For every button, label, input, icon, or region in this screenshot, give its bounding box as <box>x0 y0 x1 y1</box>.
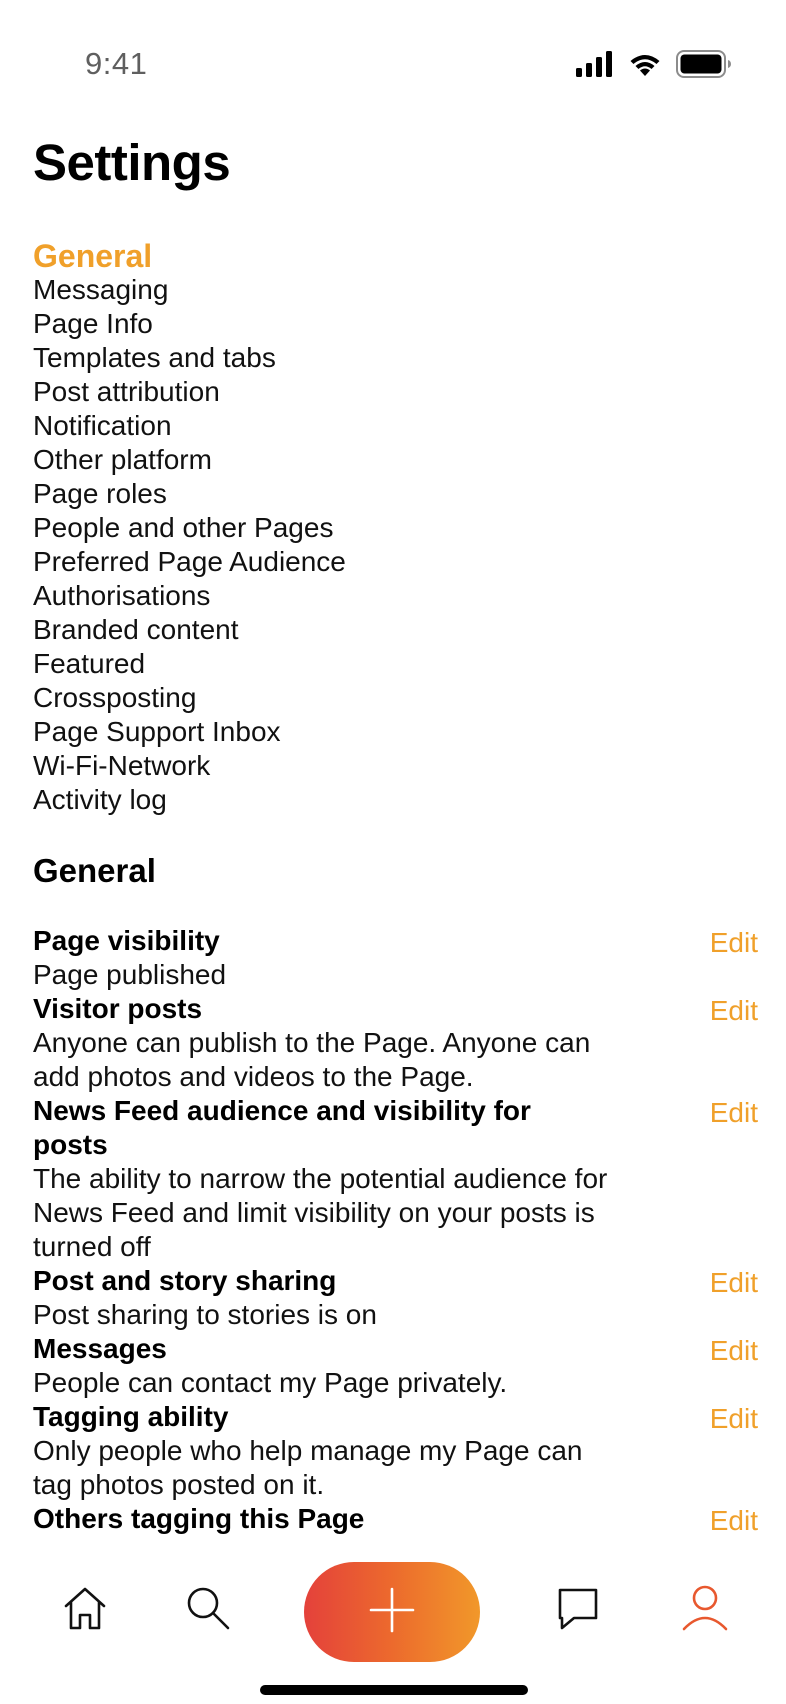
nav-item-authorisations[interactable]: Authorisations <box>33 579 346 613</box>
nav-item-messaging[interactable]: Messaging <box>33 273 346 307</box>
edit-page-visibility-link[interactable]: Edit <box>710 926 758 960</box>
nav-item-notification[interactable]: Notification <box>33 409 346 443</box>
setting-visitor-posts: Visitor posts Anyone can publish to the … <box>33 992 758 1094</box>
nav-item-wifi-network[interactable]: Wi-Fi-Network <box>33 749 346 783</box>
setting-title: Post and story sharing <box>33 1265 337 1296</box>
chat-icon <box>554 1584 602 1637</box>
tab-home[interactable] <box>55 1580 115 1640</box>
tab-profile[interactable] <box>675 1580 735 1640</box>
nav-item-featured[interactable]: Featured <box>33 647 346 681</box>
settings-list: Page visibility Page published Edit Visi… <box>33 924 758 1536</box>
setting-page-visibility: Page visibility Page published Edit <box>33 924 758 992</box>
setting-title: Visitor posts <box>33 993 203 1024</box>
nav-item-page-roles[interactable]: Page roles <box>33 477 346 511</box>
status-time: 9:41 <box>85 46 148 81</box>
nav-item-general[interactable]: General <box>33 239 346 273</box>
setting-post-and-story-sharing: Post and story sharing Post sharing to s… <box>33 1264 758 1332</box>
setting-title: News Feed audience and visibility for po… <box>33 1095 531 1160</box>
plus-icon <box>369 1587 415 1638</box>
battery-icon <box>676 50 732 83</box>
nav-item-other-platform[interactable]: Other platform <box>33 443 346 477</box>
setting-tagging-ability: Tagging ability Only people who help man… <box>33 1400 758 1502</box>
signal-icon <box>576 51 614 82</box>
setting-others-tagging-this-page: Others tagging this Page Edit <box>33 1502 758 1536</box>
nav-item-activity-log[interactable]: Activity log <box>33 783 346 817</box>
setting-news-feed-audience: News Feed audience and visibility for po… <box>33 1094 758 1264</box>
page-title: Settings <box>33 134 231 191</box>
settings-nav: General Messaging Page Info Templates an… <box>33 239 346 817</box>
setting-description: Anyone can publish to the Page. Anyone c… <box>33 1027 591 1092</box>
setting-title: Tagging ability <box>33 1401 229 1432</box>
setting-description: Post sharing to stories is on <box>33 1299 377 1330</box>
tab-bar <box>0 1560 786 1670</box>
edit-visitor-posts-link[interactable]: Edit <box>710 994 758 1028</box>
status-bar: 9:41 <box>0 0 786 130</box>
nav-item-people-and-other-pages[interactable]: People and other Pages <box>33 511 346 545</box>
setting-description: People can contact my Page privately. <box>33 1367 508 1398</box>
search-icon <box>184 1584 232 1637</box>
nav-item-page-support-inbox[interactable]: Page Support Inbox <box>33 715 346 749</box>
nav-item-crossposting[interactable]: Crossposting <box>33 681 346 715</box>
setting-title: Messages <box>33 1333 167 1364</box>
nav-item-templates-and-tabs[interactable]: Templates and tabs <box>33 341 346 375</box>
wifi-icon <box>628 51 662 82</box>
setting-description: The ability to narrow the potential audi… <box>33 1163 608 1262</box>
setting-title: Page visibility <box>33 925 220 956</box>
edit-news-feed-audience-link[interactable]: Edit <box>710 1096 758 1130</box>
tab-messages[interactable] <box>548 1580 608 1640</box>
setting-description: Only people who help manage my Page can … <box>33 1435 583 1500</box>
edit-tagging-ability-link[interactable]: Edit <box>710 1402 758 1436</box>
home-indicator <box>260 1685 528 1695</box>
edit-messages-link[interactable]: Edit <box>710 1334 758 1368</box>
setting-messages: Messages People can contact my Page priv… <box>33 1332 758 1400</box>
nav-item-branded-content[interactable]: Branded content <box>33 613 346 647</box>
nav-item-post-attribution[interactable]: Post attribution <box>33 375 346 409</box>
nav-item-page-info[interactable]: Page Info <box>33 307 346 341</box>
nav-item-preferred-page-audience[interactable]: Preferred Page Audience <box>33 545 346 579</box>
profile-icon <box>680 1583 730 1638</box>
edit-others-tagging-link[interactable]: Edit <box>710 1504 758 1538</box>
home-icon <box>61 1584 109 1637</box>
status-icons <box>576 50 732 83</box>
section-title: General <box>33 852 156 889</box>
create-button[interactable] <box>304 1562 480 1662</box>
edit-post-and-story-sharing-link[interactable]: Edit <box>710 1266 758 1300</box>
setting-title: Others tagging this Page <box>33 1503 365 1534</box>
setting-description: Page published <box>33 959 227 990</box>
tab-search[interactable] <box>178 1580 238 1640</box>
